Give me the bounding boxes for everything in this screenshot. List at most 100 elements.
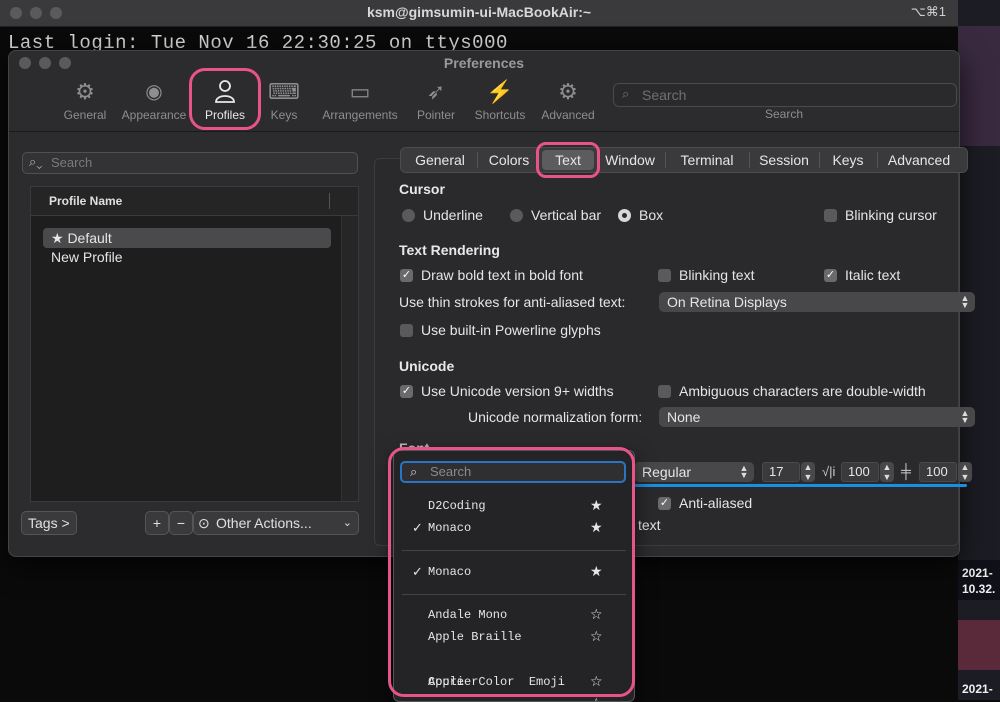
tab-general[interactable]: General (405, 150, 475, 170)
scrollbar[interactable] (341, 216, 358, 501)
tab-terminal[interactable]: Terminal (667, 150, 747, 170)
tab-session[interactable]: Session (751, 150, 817, 170)
ambiguous-checkbox[interactable] (658, 385, 671, 398)
unicode9-checkbox[interactable]: ✓ (400, 385, 413, 398)
other-actions-button[interactable]: ⊙ Other Actions... ⌄ (193, 511, 359, 535)
italic-text-label: Italic text (845, 267, 901, 283)
profile-list: Profile Name ★ Default New Profile (30, 186, 359, 502)
toolbar-label: Pointer (416, 108, 456, 122)
v-spacing-stepper[interactable]: ▲ ▼ (958, 462, 972, 482)
powerline-checkbox[interactable] (400, 324, 413, 337)
updown-chevron-icon: ▲ ▼ (960, 293, 970, 310)
window-icon: ▭ (349, 79, 371, 104)
search-placeholder: Search (51, 155, 93, 170)
focus-underline (634, 484, 967, 487)
thin-strokes-value: On Retina Displays (667, 294, 787, 310)
background-window-strip: 2021- 10.32. 2021- (958, 0, 1000, 700)
column-header: Profile Name (49, 194, 123, 208)
box-label: Box (639, 207, 664, 223)
other-actions-label: Other Actions... (216, 515, 312, 531)
tab-advanced[interactable]: Advanced (879, 150, 959, 170)
ambiguous-label: Ambiguous characters are double-width (679, 383, 926, 399)
font-weight-value: Regular (642, 464, 692, 480)
v-spacing-field[interactable]: 100 (919, 462, 957, 482)
vertical-bar-label: Vertical bar (531, 207, 602, 223)
add-profile-button[interactable]: + (145, 511, 169, 535)
text-rendering-heading: Text Rendering (399, 242, 500, 258)
toolbar-label: General (63, 108, 107, 122)
updown-chevron-icon: ▲ ▼ (960, 408, 970, 425)
toolbar-label: Arrangements (322, 108, 398, 122)
ellipsis-icon: ⊙ (198, 515, 210, 531)
unicode9-label: Use Unicode version 9+ widths (421, 383, 614, 399)
radio-box[interactable] (618, 209, 631, 222)
toolbar-appearance[interactable]: ◉ Appearance (114, 79, 194, 122)
profile-search-input[interactable]: ⌕⌄ Search (22, 152, 358, 174)
vertical-spacing-icon: ╪ (901, 463, 911, 479)
terminal-shortcut: ⌥⌘1 (910, 4, 946, 19)
font-weight-select[interactable]: Regular ▲ ▼ (634, 462, 754, 482)
italic-text-checkbox[interactable]: ✓ (824, 269, 837, 282)
draw-bold-checkbox[interactable]: ✓ (400, 269, 413, 282)
anti-aliased-label: Anti-aliased (679, 495, 753, 511)
chevron-down-icon: ⌄ (342, 517, 352, 529)
toolbar-label: Shortcuts (474, 108, 526, 122)
search-placeholder: Search (642, 87, 687, 103)
partial-text-label: text (638, 517, 661, 533)
h-spacing-stepper[interactable]: ▲ ▼ (880, 462, 894, 482)
gear-icon: ⚙ (75, 79, 95, 104)
side-text: 2021- (962, 682, 993, 696)
search-icon: ⌕⌄ (29, 154, 43, 169)
tab-keys[interactable]: Keys (821, 150, 875, 170)
preferences-title: Preferences (443, 55, 525, 71)
anti-aliased-checkbox[interactable]: ✓ (658, 497, 671, 510)
unicode-heading: Unicode (399, 358, 455, 374)
blinking-text-checkbox[interactable] (658, 269, 671, 282)
profile-tabs: General Colors Text Window Terminal Sess… (400, 147, 968, 173)
tab-window[interactable]: Window (597, 150, 663, 170)
blinking-text-label: Blinking text (679, 267, 755, 283)
font-size-stepper[interactable]: ▲ ▼ (801, 462, 815, 482)
radio-vertical-bar[interactable] (510, 209, 523, 222)
tab-colors[interactable]: Colors (479, 150, 539, 170)
profile-row-default[interactable]: ★ Default (43, 228, 331, 248)
toolbar-arrangements[interactable]: ▭ Arrangements (320, 79, 400, 122)
font-size-field[interactable]: 17 (762, 462, 800, 482)
terminal-titlebar: ksm@gimsumin-ui-MacBookAir:~ ⌥⌘1 (0, 0, 958, 27)
tags-button[interactable]: Tags > (21, 511, 77, 535)
terminal-title: ksm@gimsumin-ui-MacBookAir:~ (366, 4, 592, 20)
normalization-select[interactable]: None ▲ ▼ (659, 407, 975, 427)
blinking-cursor-checkbox[interactable] (824, 209, 837, 222)
toolbar-general[interactable]: ⚙ General (45, 79, 125, 122)
draw-bold-label: Draw bold text in bold font (421, 267, 583, 283)
profile-row-new-profile[interactable]: New Profile (43, 247, 331, 267)
toolbar-label: Appearance (121, 108, 187, 122)
remove-profile-button[interactable]: − (169, 511, 193, 535)
highlight-profiles (189, 68, 261, 130)
search-caption: Search (764, 107, 804, 121)
highlight-text-tab (536, 142, 600, 178)
blinking-cursor-label: Blinking cursor (845, 207, 937, 223)
eye-icon: ◉ (145, 81, 163, 103)
side-text: 2021- (962, 566, 993, 580)
toolbar-advanced[interactable]: ⚙ Advanced (528, 79, 608, 122)
profile-list-header: Profile Name (31, 187, 358, 216)
normalization-value: None (667, 409, 701, 425)
toolbar-divider (9, 131, 959, 132)
toolbar-label: Advanced (541, 108, 595, 122)
cursor-heading: Cursor (399, 181, 445, 197)
updown-chevron-icon: ▲ ▼ (739, 463, 749, 480)
toolbar-label: Keys (270, 108, 298, 122)
highlight-font-popup (388, 447, 635, 697)
thin-strokes-select[interactable]: On Retina Displays ▲ ▼ (659, 292, 975, 312)
h-spacing-field[interactable]: 100 (841, 462, 879, 482)
thin-strokes-label: Use thin strokes for anti-aliased text: (399, 294, 626, 310)
normalization-label: Unicode normalization form: (468, 409, 643, 425)
horizontal-spacing-icon: √|i (822, 464, 836, 479)
side-text: 10.32. (962, 582, 996, 596)
search-icon: ⌕ (622, 86, 630, 101)
radio-underline[interactable] (402, 209, 415, 222)
underline-label: Underline (423, 207, 483, 223)
prefs-search-input[interactable]: ⌕ Search (613, 83, 957, 107)
powerline-label: Use built-in Powerline glyphs (421, 322, 601, 338)
